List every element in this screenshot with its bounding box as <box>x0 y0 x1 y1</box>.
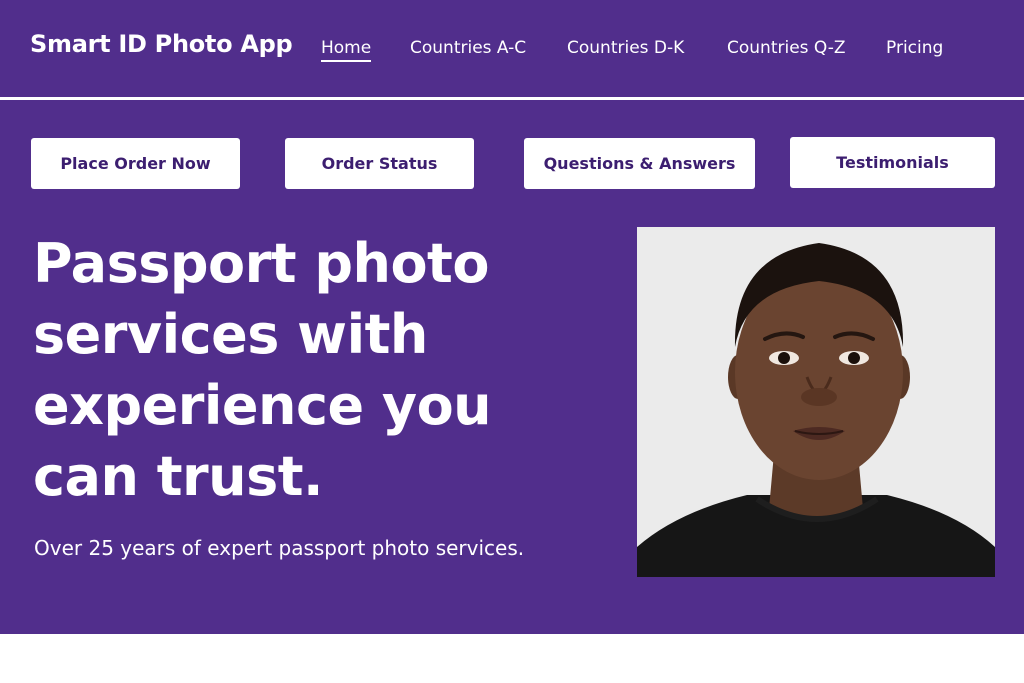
header-divider <box>0 97 1024 100</box>
testimonials-button[interactable]: Testimonials <box>790 137 995 188</box>
nav-pricing[interactable]: Pricing <box>886 38 943 58</box>
passport-photo <box>637 227 995 577</box>
brand-logo[interactable]: Smart ID Photo App <box>30 30 293 58</box>
nav-home[interactable]: Home <box>321 38 372 62</box>
hero-section: Smart ID Photo App Home Countries A-C Co… <box>0 0 1024 634</box>
questions-answers-button[interactable]: Questions & Answers <box>524 138 755 189</box>
nav-countries-a-c[interactable]: Countries A-C <box>410 38 526 58</box>
nav-countries-d-k[interactable]: Countries D-K <box>567 38 684 58</box>
place-order-button[interactable]: Place Order Now <box>31 138 240 189</box>
order-status-button[interactable]: Order Status <box>285 138 474 189</box>
nav-countries-q-z[interactable]: Countries Q-Z <box>727 38 846 58</box>
portrait-image <box>637 227 995 577</box>
hero-subheadline: Over 25 years of expert passport photo s… <box>34 536 525 560</box>
hero-headline: Passport photo services with experience … <box>33 232 492 508</box>
page: Smart ID Photo App Home Countries A-C Co… <box>0 0 1024 683</box>
